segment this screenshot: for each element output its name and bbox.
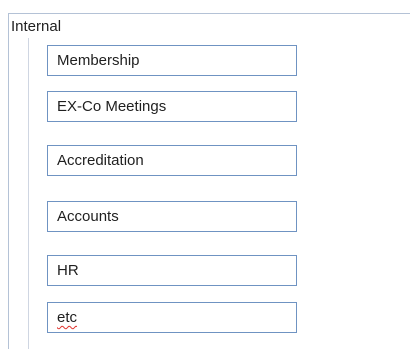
membership-label: Membership [57,52,140,69]
group-indent-line [28,38,29,349]
exco-meetings-label: EX-Co Meetings [57,98,167,115]
membership-field[interactable]: Membership [47,45,297,76]
accreditation-label: Accreditation [57,152,144,169]
accounts-field[interactable]: Accounts [47,201,297,232]
group-title: Internal [11,18,62,35]
accreditation-field[interactable]: Accreditation [47,145,297,176]
canvas: Internal Membership EX-Co Meetings Accre… [0,0,410,349]
hr-field[interactable]: HR [47,255,297,286]
hr-label: HR [57,262,79,279]
accounts-label: Accounts [57,208,119,225]
exco-meetings-field[interactable]: EX-Co Meetings [47,91,297,122]
etc-field[interactable]: etc [47,302,297,333]
etc-label: etc [57,309,78,326]
